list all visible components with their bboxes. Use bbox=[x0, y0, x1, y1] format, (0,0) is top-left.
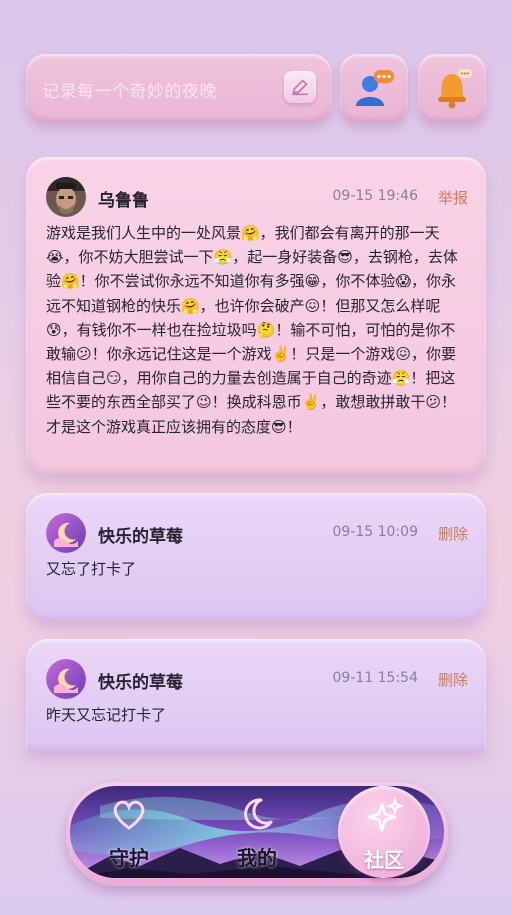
delete-link[interactable]: 删除 bbox=[438, 669, 468, 690]
username[interactable]: 快乐的草莓 bbox=[98, 522, 183, 547]
delete-link[interactable]: 删除 bbox=[438, 523, 468, 544]
post-card: 乌鲁鲁 09-15 19:46 举报 游戏是我们人生中的一处风景🤗，我们都会有离… bbox=[26, 157, 486, 475]
avatar[interactable] bbox=[46, 659, 86, 699]
report-link[interactable]: 举报 bbox=[438, 187, 468, 208]
tab-guard[interactable]: 守护 bbox=[84, 782, 174, 874]
timestamp: 09-11 15:54 bbox=[332, 670, 418, 686]
top-bar: 记录每一个奇妙的夜晚 bbox=[26, 54, 488, 124]
post-card: 快乐的草莓 09-11 15:54 删除 昨天又忘记打卡了 bbox=[26, 639, 486, 751]
timestamp: 09-15 10:09 bbox=[332, 524, 418, 540]
sparkle-icon bbox=[367, 796, 404, 832]
bottom-tab-bar: 守护 我的 社区 bbox=[66, 782, 448, 888]
tab-label: 我的 bbox=[237, 846, 277, 870]
avatar[interactable] bbox=[46, 177, 86, 217]
post-content: 昨天又忘记打卡了 bbox=[46, 706, 167, 724]
notifications-button[interactable] bbox=[418, 54, 486, 122]
tab-community[interactable]: 社区 bbox=[338, 786, 430, 878]
pencil-icon bbox=[291, 79, 309, 96]
post-header: 快乐的草莓 09-11 15:54 删除 bbox=[46, 659, 468, 699]
timestamp: 09-15 19:46 bbox=[332, 188, 418, 204]
username[interactable]: 乌鲁鲁 bbox=[98, 186, 149, 211]
username[interactable]: 快乐的草莓 bbox=[98, 668, 183, 693]
avatar[interactable] bbox=[46, 513, 86, 553]
contacts-button[interactable] bbox=[340, 54, 408, 122]
tab-mine[interactable]: 我的 bbox=[212, 782, 302, 874]
tab-label: 社区 bbox=[364, 848, 404, 872]
post-header: 乌鲁鲁 09-15 19:46 举报 bbox=[46, 177, 468, 217]
search-placeholder: 记录每一个奇妙的夜晚 bbox=[42, 82, 217, 102]
post-content: 又忘了打卡了 bbox=[46, 560, 137, 578]
user-chat-icon bbox=[356, 70, 394, 106]
post-content: 游戏是我们人生中的一处风景🤗，我们都会有离开的那一天😭，你不妨大胆尝试一下😤，起… bbox=[46, 224, 458, 436]
moon-icon bbox=[244, 798, 273, 830]
edit-button[interactable] bbox=[284, 71, 316, 103]
post-header: 快乐的草莓 09-15 10:09 删除 bbox=[46, 513, 468, 553]
tab-label: 守护 bbox=[109, 846, 149, 870]
post-card: 快乐的草莓 09-15 10:09 删除 又忘了打卡了 bbox=[26, 493, 486, 621]
search-input[interactable]: 记录每一个奇妙的夜晚 bbox=[26, 54, 332, 122]
bell-icon bbox=[438, 69, 472, 109]
heart-icon bbox=[113, 800, 145, 830]
